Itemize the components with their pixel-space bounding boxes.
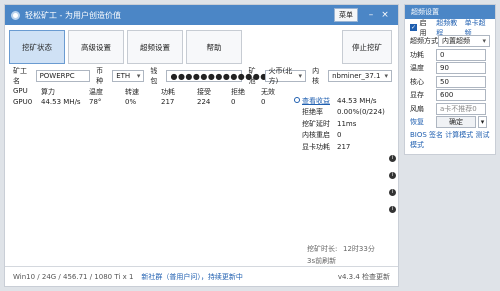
summary-panel: 查看收益 44.53 MH/s 拒绝率 0.00%(0/224) 挖矿延时 11ms… (294, 95, 398, 153)
enable-checkbox[interactable] (410, 24, 417, 31)
tab-advanced-settings[interactable]: 高级设置 (68, 30, 124, 64)
fan-input[interactable]: a卡不推荐0 (436, 102, 486, 115)
overclock-footer-links[interactable]: BIOS 签名 计算模式 测试模式 (410, 130, 490, 150)
minimize-icon[interactable]: – (364, 10, 378, 20)
pool-value: 火币(北方) (268, 67, 293, 85)
status-bar: Win10 / 24G / 456.71 / 1080 Ti x 1 新社群（普… (5, 266, 398, 286)
app-logo-icon (11, 10, 20, 20)
latency-value: 11ms (337, 119, 357, 128)
tab-help[interactable]: 帮助 (186, 30, 242, 64)
mode-value: 内置超频 (442, 37, 470, 45)
close-icon[interactable]: × (378, 10, 392, 20)
cell-temp: 78° (89, 98, 102, 106)
col-accepted: 接受 (197, 88, 211, 96)
restore-link[interactable]: 恢复 (410, 117, 436, 127)
fan-label: 风扇 (410, 104, 424, 113)
menu-button[interactable]: 菜单 (334, 8, 358, 22)
mining-time-box: 挖矿时长: 12时33分 3s前刷新 (307, 243, 375, 267)
temp-label: 温度 (410, 64, 424, 72)
overclock-window: 超频设置 启用 超频教程 单卡超频 超频方式 内置超频 功耗0 温度90 核心5… (404, 4, 496, 155)
version-check[interactable]: v4.3.4 检查更新 (338, 272, 390, 282)
confirm-button[interactable]: 确定 (436, 116, 476, 128)
col-fan: 转速 (125, 88, 139, 96)
window-title: 轻松矿工 - 为用户创造价值 (25, 10, 121, 20)
info-icon[interactable]: i (389, 155, 396, 162)
mining-time-label: 挖矿时长: (307, 245, 338, 253)
cell-fan: 0% (125, 98, 137, 106)
tab-mining-status[interactable]: 挖矿状态 (9, 30, 65, 64)
cell-power: 217 (161, 98, 175, 106)
link-icon (294, 96, 300, 103)
reject-rate-value: 0.00%(0/224) (337, 108, 385, 117)
side-icon-column: i i i i (389, 155, 396, 223)
coin-label: 币种 (96, 67, 104, 85)
memory-input[interactable]: 600 (436, 89, 486, 101)
title-bar: 轻松矿工 - 为用户创造价值 菜单 – × (5, 5, 398, 25)
info-icon[interactable]: i (389, 189, 396, 196)
pool-select[interactable]: 火币(北方) (264, 67, 307, 85)
col-power: 功耗 (161, 88, 175, 96)
cell-gpu: GPU0 (13, 98, 33, 106)
kernel-label: 内核 (312, 67, 320, 85)
pool-label: 矿池 (248, 67, 256, 85)
main-window: 轻松矿工 - 为用户创造价值 菜单 – × 挖矿状态 高级设置 超频设置 帮助 … (4, 4, 399, 287)
restart-value: 0 (337, 131, 342, 140)
col-invalid: 无效 (261, 88, 275, 96)
stop-mining-button[interactable]: 停止挖矿 (342, 30, 392, 64)
system-info: Win10 / 24G / 456.71 / 1080 Ti x 1 (13, 272, 134, 281)
mode-select[interactable]: 内置超频 (438, 35, 490, 47)
view-earnings-link[interactable]: 查看收益 (302, 97, 330, 105)
kernel-select[interactable]: nbminer_37.1 (328, 70, 393, 82)
chevron-down-icon[interactable]: ▾ (478, 116, 487, 128)
coin-value: ETH (116, 72, 131, 80)
col-rejected: 拒绝 (231, 88, 245, 96)
worker-input[interactable]: POWERPC (35, 70, 91, 82)
coin-select[interactable]: ETH (112, 70, 145, 82)
overclock-title: 超频设置 (411, 8, 439, 16)
config-row: 矿工名 POWERPC 币种 ETH 钱包 ●●●●●●●●●●●●●●● 矿池… (13, 67, 393, 85)
community-notice-link[interactable]: 新社群（普用户问），持续更新中 (141, 272, 243, 282)
main-tabs: 挖矿状态 高级设置 超频设置 帮助 (9, 30, 245, 64)
power-label: 功耗 (410, 50, 424, 59)
stats-header: GPU 算力 温度 转速 功耗 接受 拒绝 无效 (13, 87, 291, 97)
info-icon[interactable]: i (389, 206, 396, 213)
last-update: 3s前刷新 (307, 257, 337, 265)
wallet-label: 钱包 (150, 67, 158, 85)
cell-hashrate: 44.53 MH/s (41, 98, 81, 106)
col-gpu: GPU (13, 87, 28, 95)
kernel-value: nbminer_37.1 (332, 72, 381, 80)
cell-accepted: 224 (197, 98, 211, 106)
cell-rejected: 0 (231, 98, 236, 106)
core-label: 核心 (410, 77, 424, 86)
total-hashrate: 44.53 MH/s (337, 96, 377, 105)
cell-invalid: 0 (261, 98, 266, 106)
core-input[interactable]: 50 (436, 75, 486, 88)
wallet-input[interactable]: ●●●●●●●●●●●●●●● (166, 70, 282, 82)
latency-label: 挖矿延时 (302, 119, 330, 128)
table-row: GPU0 44.53 MH/s 78° 0% 217 224 0 0 (13, 98, 291, 106)
gpu-power-value: 217 (337, 142, 351, 151)
info-icon[interactable]: i (389, 172, 396, 179)
worker-label: 矿工名 (13, 67, 27, 85)
restart-label: 内核重启 (302, 131, 330, 140)
tab-overclock-settings[interactable]: 超频设置 (127, 30, 183, 64)
memory-label: 显存 (410, 91, 424, 99)
temp-input[interactable]: 90 (436, 62, 486, 74)
col-temp: 温度 (89, 88, 103, 96)
mode-label: 超频方式 (410, 37, 438, 45)
gpu-power-label: 显卡功耗 (302, 142, 330, 151)
power-input[interactable]: 0 (436, 48, 486, 61)
mining-time-value: 12时33分 (343, 245, 375, 253)
reject-rate-label: 拒绝率 (302, 108, 323, 117)
enable-label: 启用 (419, 18, 427, 37)
col-hashrate: 算力 (41, 88, 55, 96)
